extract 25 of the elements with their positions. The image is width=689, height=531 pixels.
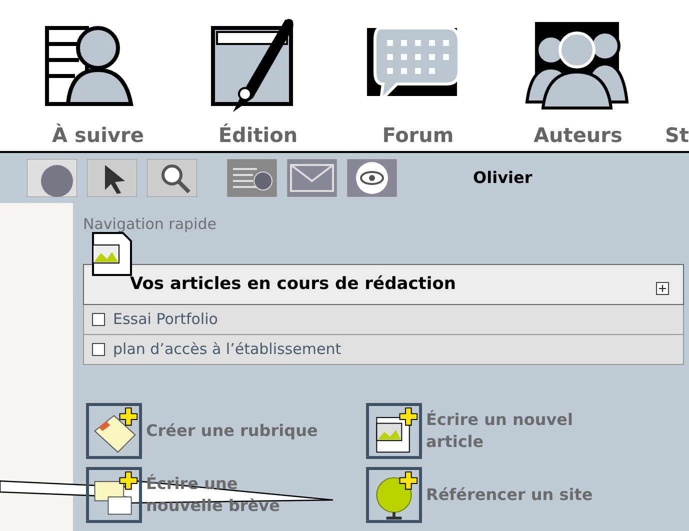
eye-icon[interactable] [347, 159, 397, 197]
globe-add-icon[interactable] [366, 466, 422, 522]
box-title: Vos articles en cours de rédaction [130, 273, 456, 296]
pointer-icon[interactable] [87, 159, 137, 197]
picture-add-icon[interactable] [366, 402, 422, 458]
nav-link[interactable]: St [665, 120, 689, 150]
nav-link[interactable]: Édition [218, 120, 298, 150]
nav-link[interactable]: Auteurs [534, 120, 622, 150]
globe-icon[interactable] [27, 159, 77, 197]
user-name: Olivier [473, 167, 532, 189]
checkbox[interactable] [92, 312, 105, 326]
nav-link[interactable]: À suivre [52, 120, 144, 150]
action-link[interactable]: Référencer un site [426, 484, 656, 506]
action-link[interactable]: Créer une rubrique [146, 420, 361, 442]
section-title: Navigation rapide [83, 214, 218, 235]
folder-add-icon[interactable] [86, 402, 142, 458]
notes-add-icon[interactable] [86, 466, 142, 522]
checkbox[interactable] [92, 342, 105, 356]
expand-icon[interactable] [656, 282, 669, 294]
clock-list-icon[interactable] [227, 159, 277, 197]
search-icon[interactable] [147, 159, 197, 197]
nav-link[interactable]: Forum [382, 120, 454, 150]
envelope-icon[interactable] [287, 159, 337, 197]
action-link[interactable]: Écrire un nouvel article [426, 408, 611, 452]
article-link[interactable]: Essai Portfolio [113, 308, 218, 330]
